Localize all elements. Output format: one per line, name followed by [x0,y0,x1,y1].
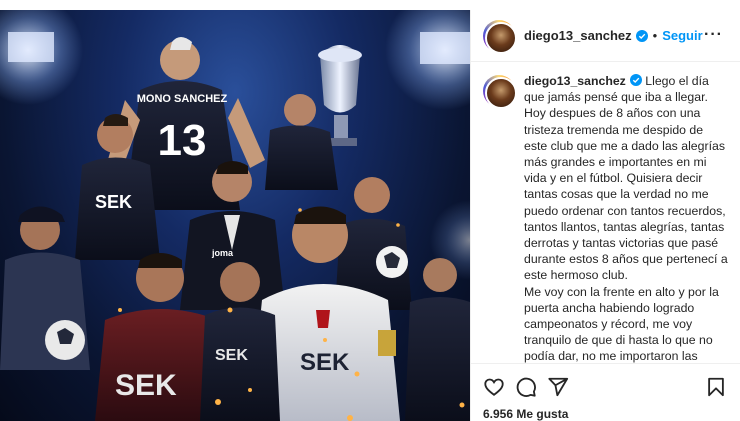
caption-paragraph-1: diego13_sanchez Llego el día que jamás p… [524,73,729,284]
sponsor-text-left: SEK [95,192,132,212]
bookmark-icon[interactable] [705,376,727,398]
comment-icon[interactable] [515,376,537,398]
avatar[interactable] [483,75,517,109]
verified-icon [629,74,642,86]
caption-username[interactable]: diego13_sanchez [524,74,626,88]
caption-paragraph-2: Me voy con la frente en alto y por la pu… [524,284,719,363]
instagram-post: MONO SANCHEZ 13 SEK joma SEK SEK SEK die… [0,0,740,421]
heart-icon[interactable] [483,376,505,398]
likes-label: Me gusta [516,407,569,421]
post-image-artwork: MONO SANCHEZ 13 SEK joma SEK SEK SEK [0,10,470,421]
post-actions: 6.956 Me gusta [471,363,740,421]
caption-text: diego13_sanchez Llego el día que jamás p… [524,73,729,363]
share-icon[interactable] [547,376,569,398]
sponsor-text-red: SEK [115,369,177,402]
likes-count[interactable]: 6.956 Me gusta [483,407,568,421]
player-far-right [405,258,470,421]
avatar[interactable] [483,19,517,54]
caption-body-1: Llego el día que jamás pensé que iba a l… [524,74,728,283]
sponsor-text-front: SEK [300,349,350,376]
post-header: diego13_sanchez • Seguir ··· [471,10,740,62]
brand-text: joma [211,248,234,258]
caption-area: diego13_sanchez Llego el día que jamás p… [471,63,740,363]
post-image[interactable]: MONO SANCHEZ 13 SEK joma SEK SEK SEK [0,10,470,421]
player-top-right [265,94,338,190]
likes-number: 6.956 [483,407,514,421]
header-username[interactable]: diego13_sanchez [524,28,632,43]
jersey-name: MONO SANCHEZ [137,93,228,105]
header-separator: • [652,28,658,43]
more-options-icon[interactable]: ··· [704,26,723,44]
sponsor-text-mid: SEK [215,347,248,364]
post-side-panel: diego13_sanchez • Seguir ··· diego13_san… [470,10,740,421]
jersey-number: 13 [158,116,207,165]
follow-button[interactable]: Seguir [662,28,702,43]
verified-icon [635,29,648,42]
